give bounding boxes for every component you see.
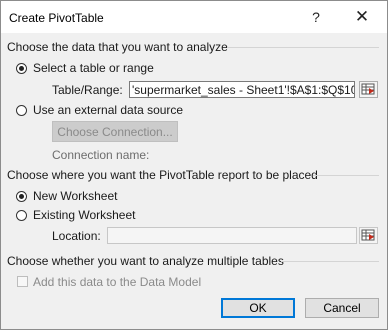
radio-label: Existing Worksheet xyxy=(33,208,136,222)
range-selector-icon[interactable] xyxy=(359,227,378,244)
radio-new-worksheet[interactable]: New Worksheet xyxy=(16,189,117,203)
ok-button[interactable]: OK xyxy=(221,298,295,318)
connection-name-label: Connection name: xyxy=(52,148,150,162)
create-pivottable-dialog: Create PivotTable ? ✕ Choose the data th… xyxy=(0,0,388,330)
radio-button[interactable] xyxy=(16,104,27,116)
close-button[interactable]: ✕ xyxy=(347,5,377,29)
divider xyxy=(281,261,379,262)
section-heading-analyze: Choose the data that you want to analyze xyxy=(7,40,228,54)
divider xyxy=(227,47,379,48)
radio-button-selected[interactable] xyxy=(16,62,27,74)
radio-external-source[interactable]: Use an external data source xyxy=(16,103,183,117)
section-heading-placement: Choose where you want the PivotTable rep… xyxy=(7,168,318,182)
radio-button-selected[interactable] xyxy=(16,190,27,202)
help-button[interactable]: ? xyxy=(301,5,331,29)
table-range-input[interactable]: 'supermarket_sales - Sheet1'!$A$1:$Q$100… xyxy=(129,81,355,98)
title-bar: Create PivotTable ? ✕ xyxy=(1,1,387,33)
table-range-label: Table/Range: xyxy=(52,83,123,97)
choose-connection-button[interactable]: Choose Connection... xyxy=(52,121,178,142)
cancel-button[interactable]: Cancel xyxy=(305,298,379,318)
dialog-title: Create PivotTable xyxy=(9,11,104,25)
data-model-label: Add this data to the Data Model xyxy=(33,275,202,289)
range-selector-icon[interactable] xyxy=(359,81,378,98)
radio-label: Use an external data source xyxy=(33,103,184,117)
divider xyxy=(313,175,379,176)
radio-button[interactable] xyxy=(16,209,27,221)
radio-label: Select a table or range xyxy=(33,61,154,75)
radio-select-table[interactable]: Select a table or range xyxy=(16,61,154,75)
section-heading-multiple-tables: Choose whether you want to analyze multi… xyxy=(7,254,284,268)
data-model-checkbox[interactable] xyxy=(17,276,28,287)
radio-label: New Worksheet xyxy=(33,189,118,203)
location-label: Location: xyxy=(52,229,101,243)
radio-existing-worksheet[interactable]: Existing Worksheet xyxy=(16,208,136,222)
location-input[interactable] xyxy=(107,227,357,244)
